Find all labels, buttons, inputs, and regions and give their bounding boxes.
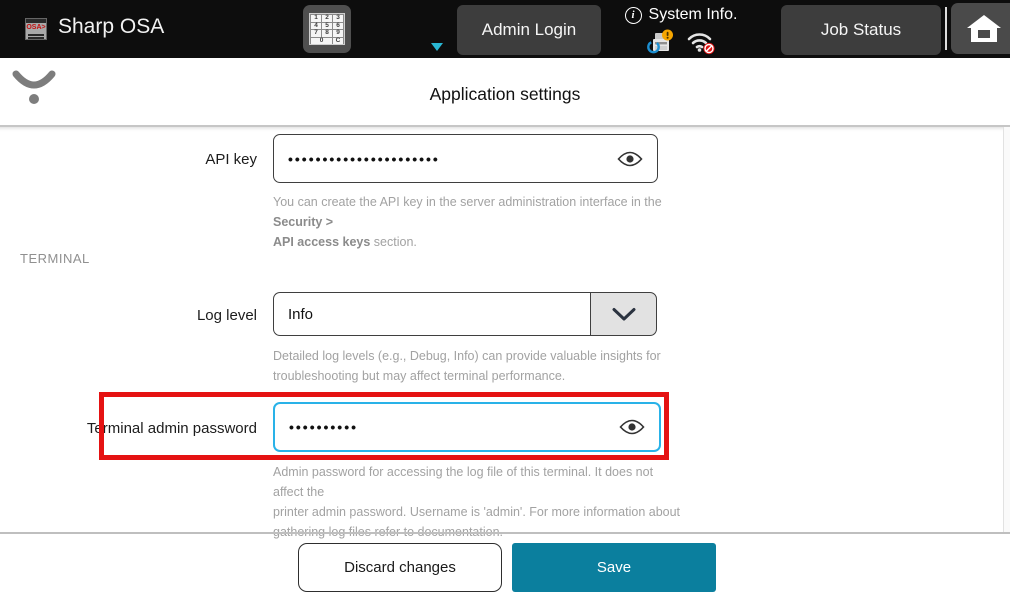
page-header: Application settings <box>0 58 1010 127</box>
discard-changes-button[interactable]: Discard changes <box>298 543 502 592</box>
save-button[interactable]: Save <box>512 543 716 592</box>
api-key-masked-value: •••••••••••••••••••••• <box>288 151 440 167</box>
header-divider <box>0 125 1010 132</box>
help-text: troubleshooting but may affect terminal … <box>273 369 565 383</box>
info-icon: i <box>625 7 642 24</box>
terminal-admin-password-label: Terminal admin password <box>0 420 257 437</box>
terminal-admin-password-help: Admin password for accessing the log fil… <box>273 462 683 542</box>
help-text: Detailed log levels (e.g., Debug, Info) … <box>273 349 661 363</box>
job-status-button[interactable]: Job Status <box>781 5 941 55</box>
admin-login-button[interactable]: Admin Login <box>457 5 601 55</box>
keypad-key: 8 <box>322 30 332 37</box>
app-title: Sharp OSA <box>58 15 164 39</box>
terminal-section-label: TERMINAL <box>20 251 90 266</box>
save-label: Save <box>597 559 631 576</box>
screen: OSA> Sharp OSA 1 2 3 4 5 6 7 8 9 0 C Adm… <box>0 0 1010 601</box>
discard-changes-label: Discard changes <box>344 559 456 576</box>
wifi-disabled-icon <box>686 30 716 55</box>
log-level-select[interactable]: Info <box>273 292 657 336</box>
api-key-reveal-button[interactable] <box>617 150 643 168</box>
keypad-key: 9 <box>333 30 343 37</box>
keypad-key: 2 <box>322 15 332 22</box>
system-info-area[interactable]: i System Info. <box>608 4 754 56</box>
home-button[interactable] <box>951 3 1010 54</box>
dropdown-triangle-icon[interactable] <box>431 43 443 51</box>
eye-icon <box>619 418 645 436</box>
api-key-help: You can create the API key in the server… <box>273 192 673 252</box>
job-status-label: Job Status <box>821 20 901 40</box>
keypad-key: 3 <box>333 15 343 22</box>
home-icon <box>966 13 1002 45</box>
keypad-icon: 1 2 3 4 5 6 7 8 9 0 C <box>309 13 345 45</box>
vertical-scrollbar[interactable] <box>1003 127 1010 532</box>
api-key-label: API key <box>0 151 257 168</box>
log-level-help: Detailed log levels (e.g., Debug, Info) … <box>273 346 683 386</box>
help-text-bold: API access keys <box>273 235 370 249</box>
keypad-key: 7 <box>311 30 321 37</box>
system-info-label: System Info. <box>649 6 738 24</box>
chevron-down-icon <box>611 307 637 322</box>
footer-divider <box>0 532 1010 534</box>
keypad-key: 1 <box>311 15 321 22</box>
logo-line <box>28 37 44 39</box>
help-text: printer admin password. Username is 'adm… <box>273 505 680 519</box>
eye-icon <box>617 150 643 168</box>
terminal-admin-password-reveal-button[interactable] <box>619 418 645 436</box>
help-text-bold: Security > <box>273 215 333 229</box>
topbar-separator <box>945 7 947 50</box>
numeric-keypad-button[interactable]: 1 2 3 4 5 6 7 8 9 0 C <box>303 5 351 53</box>
terminal-admin-password-input[interactable]: •••••••••• <box>273 402 661 452</box>
api-key-input[interactable]: •••••••••••••••••••••• <box>273 134 658 183</box>
log-level-label: Log level <box>0 307 257 324</box>
sharp-osa-logo-icon: OSA> <box>25 18 47 40</box>
admin-login-label: Admin Login <box>482 20 577 40</box>
keypad-key: C <box>333 38 343 45</box>
log-level-value[interactable]: Info <box>273 292 590 336</box>
keypad-key: 0 <box>311 38 332 45</box>
logo-line <box>28 34 44 36</box>
printer-status-icon <box>647 29 674 55</box>
help-text: section. <box>370 235 417 249</box>
topbar: OSA> Sharp OSA 1 2 3 4 5 6 7 8 9 0 C Adm… <box>0 0 1010 58</box>
logo-text: OSA> <box>26 23 46 33</box>
page-title: Application settings <box>0 84 1010 105</box>
log-level-dropdown-button[interactable] <box>590 292 657 336</box>
help-text: Admin password for accessing the log fil… <box>273 465 653 499</box>
help-text: You can create the API key in the server… <box>273 195 662 209</box>
terminal-admin-password-masked-value: •••••••••• <box>289 419 358 435</box>
